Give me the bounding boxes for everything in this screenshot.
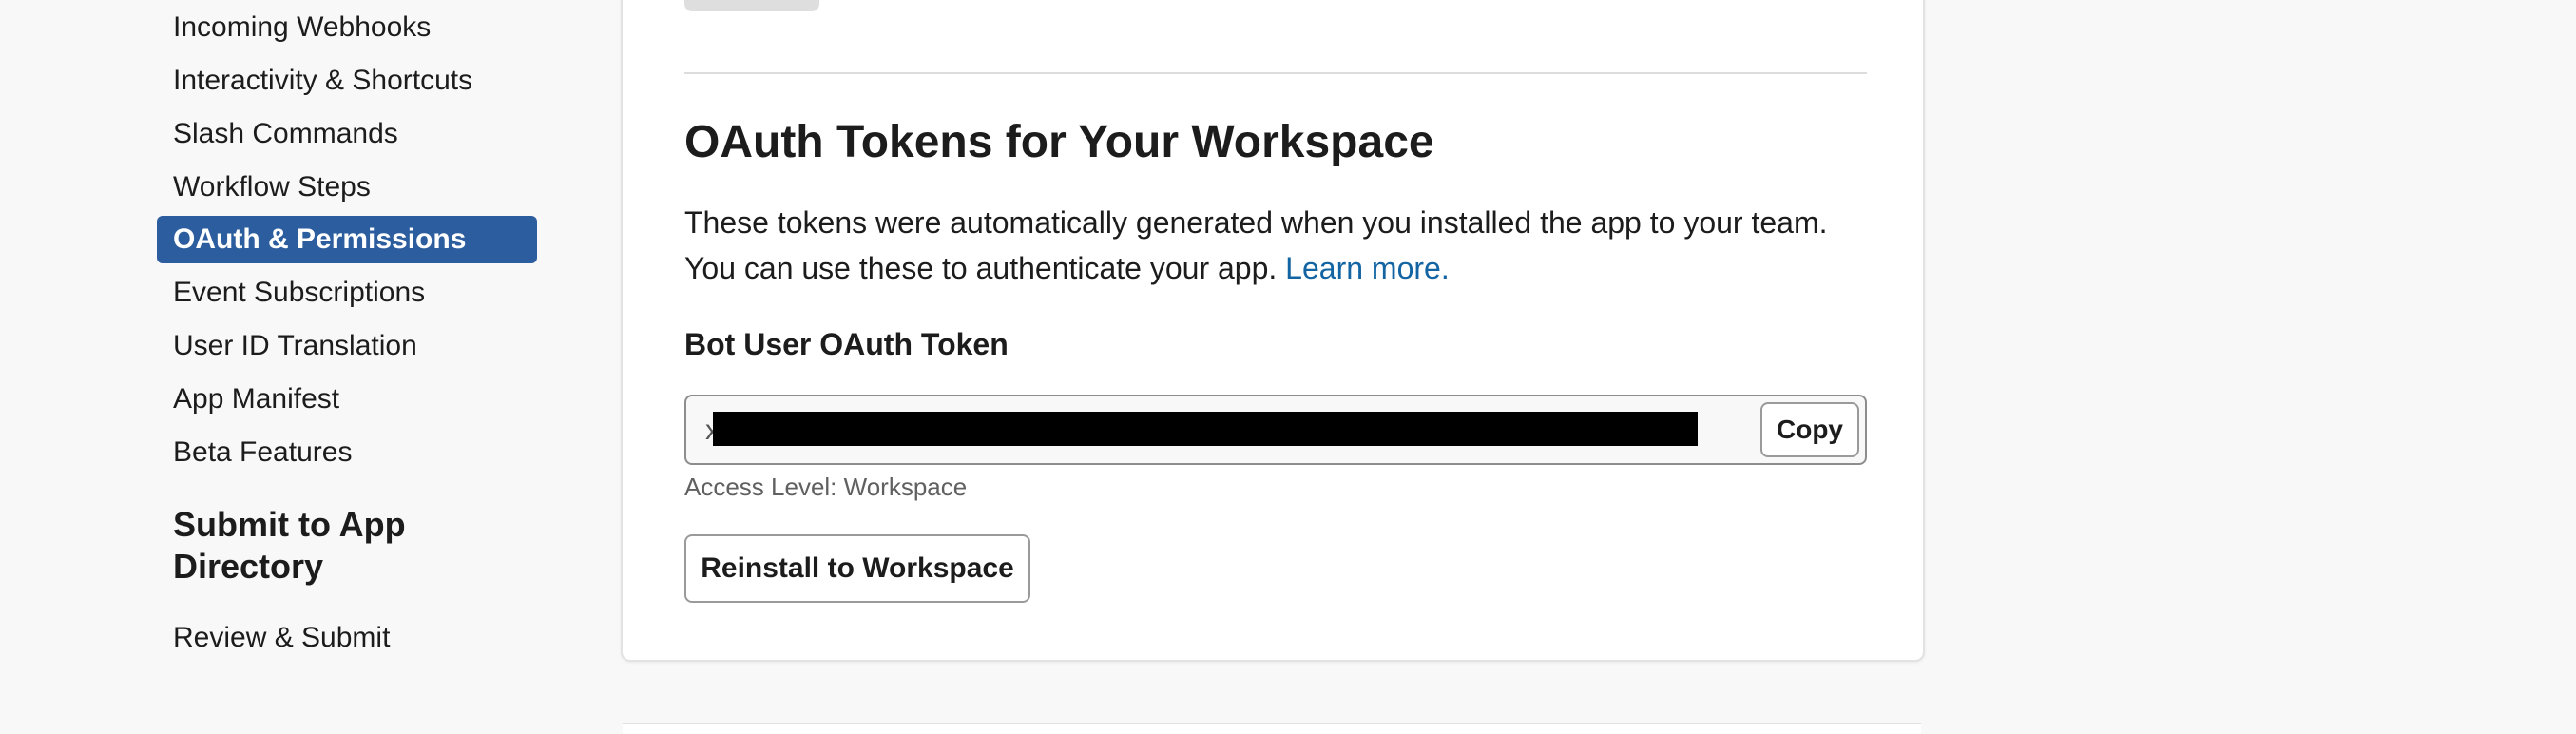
sidebar-section-heading: Submit to App Directory: [173, 505, 406, 586]
reinstall-button[interactable]: Reinstall to Workspace: [684, 534, 1030, 603]
token-label: Bot User OAuth Token: [684, 327, 1009, 361]
access-level-text: Access Level: Workspace: [684, 473, 968, 501]
sidebar-item-interactivity-shortcuts[interactable]: Interactivity & Shortcuts: [157, 57, 537, 105]
sidebar-item-incoming-webhooks[interactable]: Incoming Webhooks: [157, 4, 537, 51]
sidebar-item-user-id-translation[interactable]: User ID Translation: [157, 322, 537, 370]
sidebar-item-slash-commands[interactable]: Slash Commands: [157, 110, 537, 158]
token-field[interactable]: x Copy: [684, 395, 1867, 465]
copy-button[interactable]: Copy: [1760, 402, 1859, 457]
sidebar-item-review-submit[interactable]: Review & Submit: [157, 614, 537, 662]
learn-more-link[interactable]: Learn more.: [1285, 251, 1450, 285]
previous-section-button-edge[interactable]: [684, 0, 819, 11]
section-title: OAuth Tokens for Your Workspace: [684, 117, 1434, 167]
section-divider: [684, 72, 1867, 74]
sidebar-item-oauth-permissions[interactable]: OAuth & Permissions: [157, 216, 537, 263]
oauth-tokens-card: OAuth Tokens for Your Workspace These to…: [621, 0, 1925, 662]
token-redaction: [713, 412, 1698, 446]
next-card-edge: [623, 723, 1921, 734]
description-text: These tokens were automatically generate…: [684, 205, 1828, 285]
sidebar-item-event-subscriptions[interactable]: Event Subscriptions: [157, 269, 537, 317]
sidebar-item-app-manifest[interactable]: App Manifest: [157, 376, 537, 423]
sidebar-item-beta-features[interactable]: Beta Features: [157, 429, 537, 476]
sidebar-item-workflow-steps[interactable]: Workflow Steps: [157, 164, 537, 211]
section-description: These tokens were automatically generate…: [684, 200, 1873, 291]
